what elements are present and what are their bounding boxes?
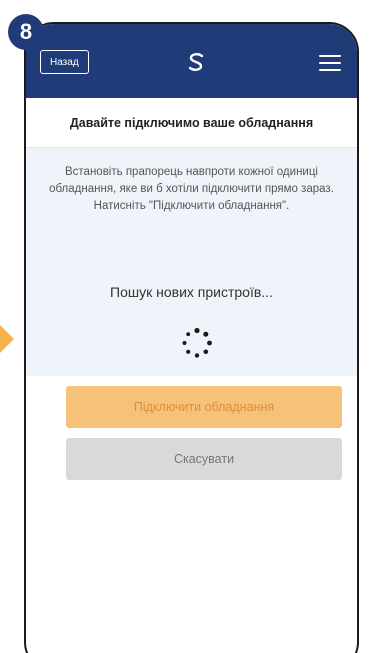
pointer-arrow-icon xyxy=(0,325,14,353)
connect-devices-button[interactable]: Підключити обладнання xyxy=(66,386,342,428)
menu-line xyxy=(319,69,341,71)
step-badge: 8 xyxy=(8,14,44,50)
instructions-text: Встановіть прапорець навпроти кожної оди… xyxy=(49,166,334,212)
screen: 8 Назад Давайте підключимо ваше обладнан… xyxy=(0,0,373,653)
cancel-button[interactable]: Скасувати xyxy=(66,438,342,480)
phone-frame: Назад Давайте підключимо ваше обладнання… xyxy=(24,22,359,653)
menu-line xyxy=(319,55,341,57)
search-status: Пошук нових пристроїв... xyxy=(110,284,273,300)
app-header: Назад xyxy=(26,24,357,98)
search-panel: Встановіть прапорець навпроти кожної оди… xyxy=(26,148,357,376)
menu-line xyxy=(319,62,341,64)
hamburger-menu-icon[interactable] xyxy=(319,55,341,71)
s-logo-icon xyxy=(188,53,204,71)
page-title: Давайте підключимо ваше обладнання xyxy=(26,98,357,148)
back-button[interactable]: Назад xyxy=(40,50,89,74)
loading-spinner-icon xyxy=(182,327,212,358)
